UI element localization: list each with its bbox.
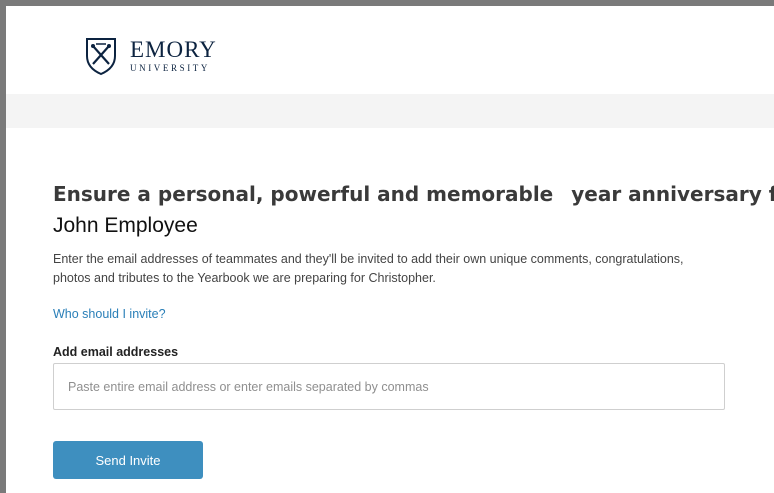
emory-logo[interactable]: EMORY UNIVERSITY <box>84 36 217 76</box>
send-invite-button[interactable]: Send Invite <box>53 441 203 479</box>
logo-name: EMORY <box>130 37 217 62</box>
email-field-label: Add email addresses <box>53 345 179 359</box>
page-title: Ensure a personal, powerful and memorabl… <box>53 182 774 206</box>
logo-wordmark: EMORY UNIVERSITY <box>130 36 217 73</box>
logo-subtitle: UNIVERSITY <box>130 63 210 73</box>
recipient-name: John Employee <box>53 214 198 237</box>
site-header: EMORY UNIVERSITY <box>6 6 774 94</box>
invite-description: Enter the email addresses of teammates a… <box>53 252 684 285</box>
who-should-i-invite-link[interactable]: Who should I invite? <box>53 307 166 321</box>
page-title-part2: year anniversary for <box>571 182 774 206</box>
page-title-part1: Ensure a personal, powerful and memorabl… <box>53 182 554 206</box>
header-band <box>6 94 774 128</box>
email-input[interactable] <box>53 363 725 410</box>
emory-shield-icon <box>86 38 116 76</box>
